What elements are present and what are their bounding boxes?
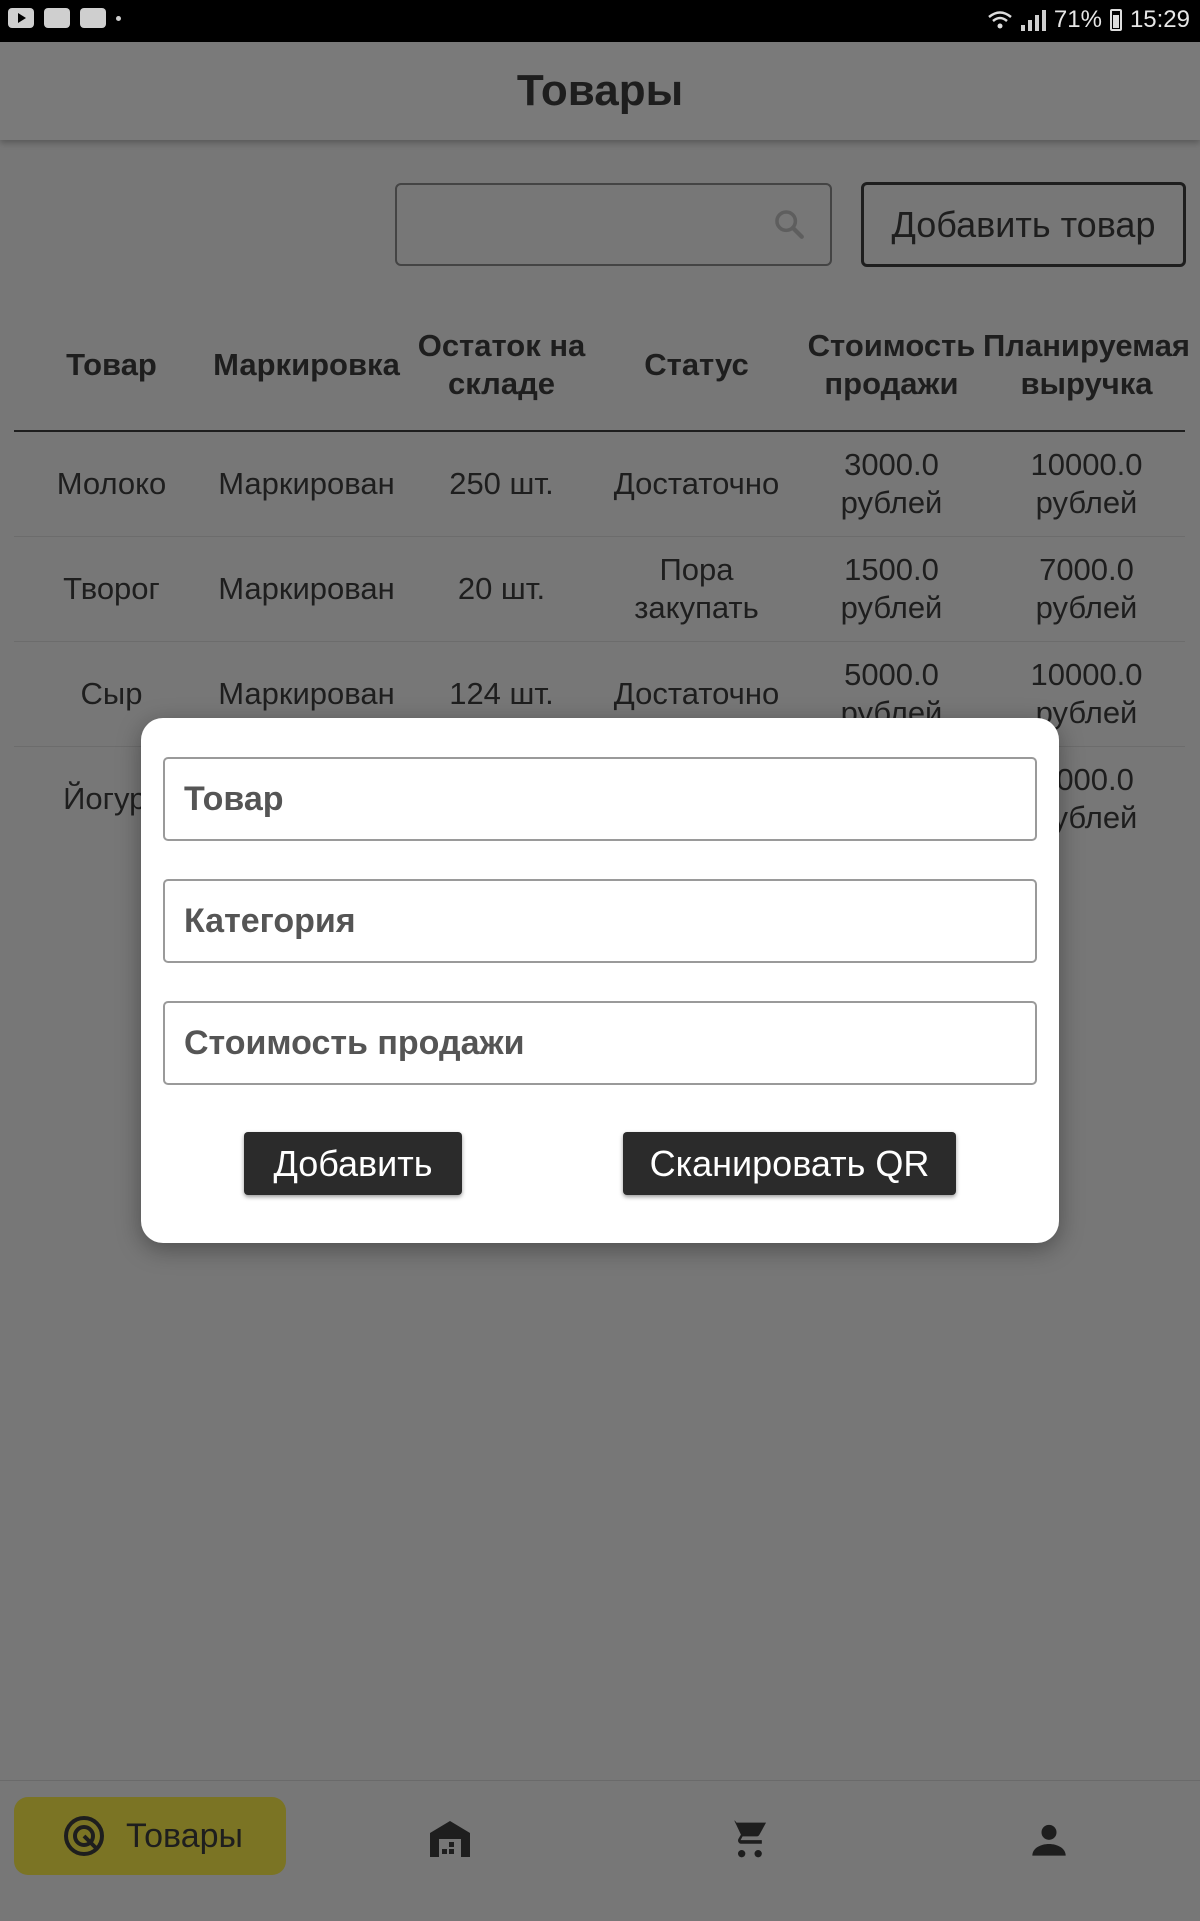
activity-icon [80, 8, 106, 28]
clock: 15:29 [1129, 6, 1190, 33]
status-bar: 71% 15:29 [0, 0, 1200, 42]
nav-item-warehouse[interactable] [420, 1809, 480, 1869]
warehouse-icon [430, 1821, 470, 1857]
table-header: Товар Маркировка Остаток на складе Стату… [14, 300, 1191, 432]
app-bar: Товары [0, 42, 1200, 140]
wifi-icon [988, 11, 1012, 29]
add-button[interactable]: Добавить [244, 1132, 462, 1195]
product-name-field[interactable] [163, 757, 1037, 841]
sale-price-field[interactable] [163, 1001, 1037, 1085]
table-row[interactable]: Молоко Маркирован 250 шт. Достаточно 300… [14, 432, 1185, 537]
nav-item-products[interactable]: Товары [14, 1797, 286, 1875]
battery-icon [1109, 9, 1122, 31]
column-header: Маркировка [213, 347, 400, 382]
table-cell: Достаточно [613, 466, 780, 501]
add-product-dialog: Добавить Сканировать QR [141, 718, 1059, 1243]
category-field[interactable] [163, 879, 1037, 963]
cart-icon [728, 1820, 767, 1858]
person-icon [1032, 1824, 1066, 1856]
search-icon [775, 210, 804, 239]
column-header: Статус [644, 347, 749, 382]
youtube-icon [8, 8, 34, 28]
nav-item-profile[interactable] [1019, 1809, 1079, 1869]
battery-percent: 71% [1053, 6, 1102, 33]
column-header: Товар [66, 347, 157, 382]
table-cell: 7000.0 рублей [1035, 552, 1138, 625]
column-header: Остаток на складе [417, 328, 586, 401]
table-cell: Творог [63, 571, 160, 606]
target-icon [64, 1816, 104, 1856]
table-cell: 1500.0 рублей [840, 552, 943, 625]
page-title: Товары [516, 66, 684, 115]
nav-item-cart[interactable] [719, 1809, 779, 1869]
table-cell: 10000.0 рублей [1030, 447, 1143, 520]
scan-qr-button[interactable]: Сканировать QR [623, 1132, 956, 1195]
notification-dot-icon [116, 15, 121, 21]
table-cell: 20 шт. [457, 571, 546, 606]
search-input[interactable] [395, 183, 832, 266]
column-header: Стоимость продажи [807, 328, 976, 401]
table-cell: 3000.0 рублей [840, 447, 943, 520]
bottom-nav: Товары [0, 1780, 1200, 1921]
column-header: Планируемая выручка [982, 328, 1191, 401]
table-row[interactable]: Творог Маркирован 20 шт. Пора закупать 1… [14, 537, 1185, 642]
table-cell: Маркирован [218, 466, 395, 501]
add-product-button[interactable]: Добавить товар [861, 182, 1186, 267]
signal-icon [1020, 9, 1046, 31]
nav-item-label: Товары [126, 1816, 243, 1855]
table-cell: Молоко [56, 466, 167, 501]
table-cell: Пора закупать [634, 552, 759, 625]
table-cell: 250 шт. [449, 466, 554, 501]
video-icon [44, 8, 70, 28]
table-cell: Маркирован [218, 571, 395, 606]
